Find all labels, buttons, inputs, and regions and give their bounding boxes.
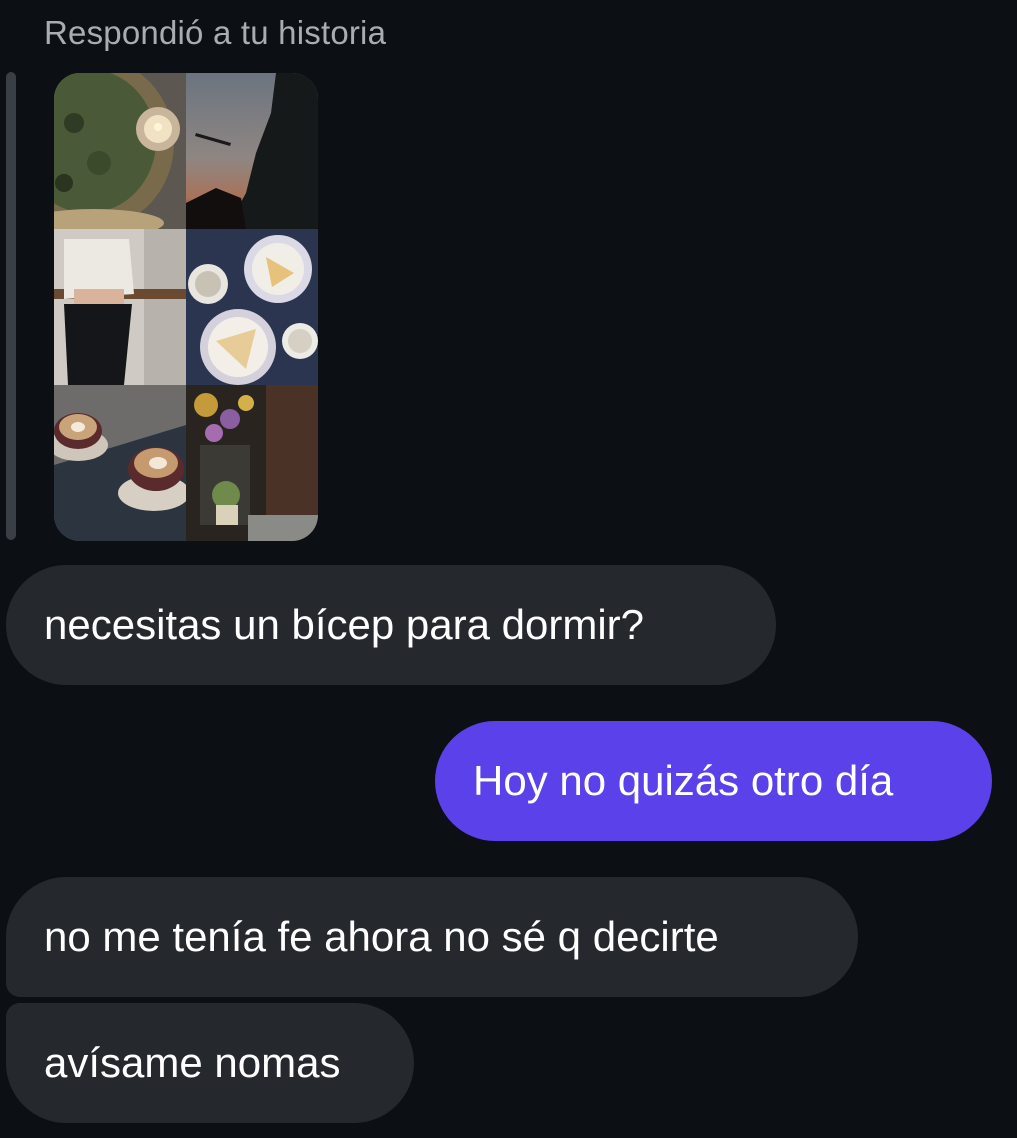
message-text: Hoy no quizás otro día <box>473 757 894 804</box>
pizza-candle-photo-icon <box>54 73 186 229</box>
reply-quote-bar <box>6 72 16 540</box>
message-text: necesitas un bícep para dormir? <box>44 601 644 648</box>
reply-context-label: Respondió a tu historia <box>44 14 387 51</box>
incoming-message-bubble[interactable]: necesitas un bícep para dormir? <box>6 565 776 685</box>
story-thumbnail[interactable] <box>54 73 318 541</box>
person-mirror-photo-icon <box>54 229 186 385</box>
flowers-shop-photo-icon <box>186 385 318 541</box>
incoming-message-bubble[interactable]: avísame nomas <box>6 1003 414 1123</box>
tea-cake-table-photo-icon <box>186 229 318 385</box>
sunset-trees-photo-icon <box>186 73 318 229</box>
message-text: avísame nomas <box>44 1039 341 1086</box>
incoming-message-bubble[interactable]: no me tenía fe ahora no sé q decirte <box>6 877 858 997</box>
outgoing-message-bubble[interactable]: Hoy no quizás otro día <box>435 721 992 841</box>
message-text: no me tenía fe ahora no sé q decirte <box>44 913 719 960</box>
latte-cups-photo-icon <box>54 385 186 541</box>
